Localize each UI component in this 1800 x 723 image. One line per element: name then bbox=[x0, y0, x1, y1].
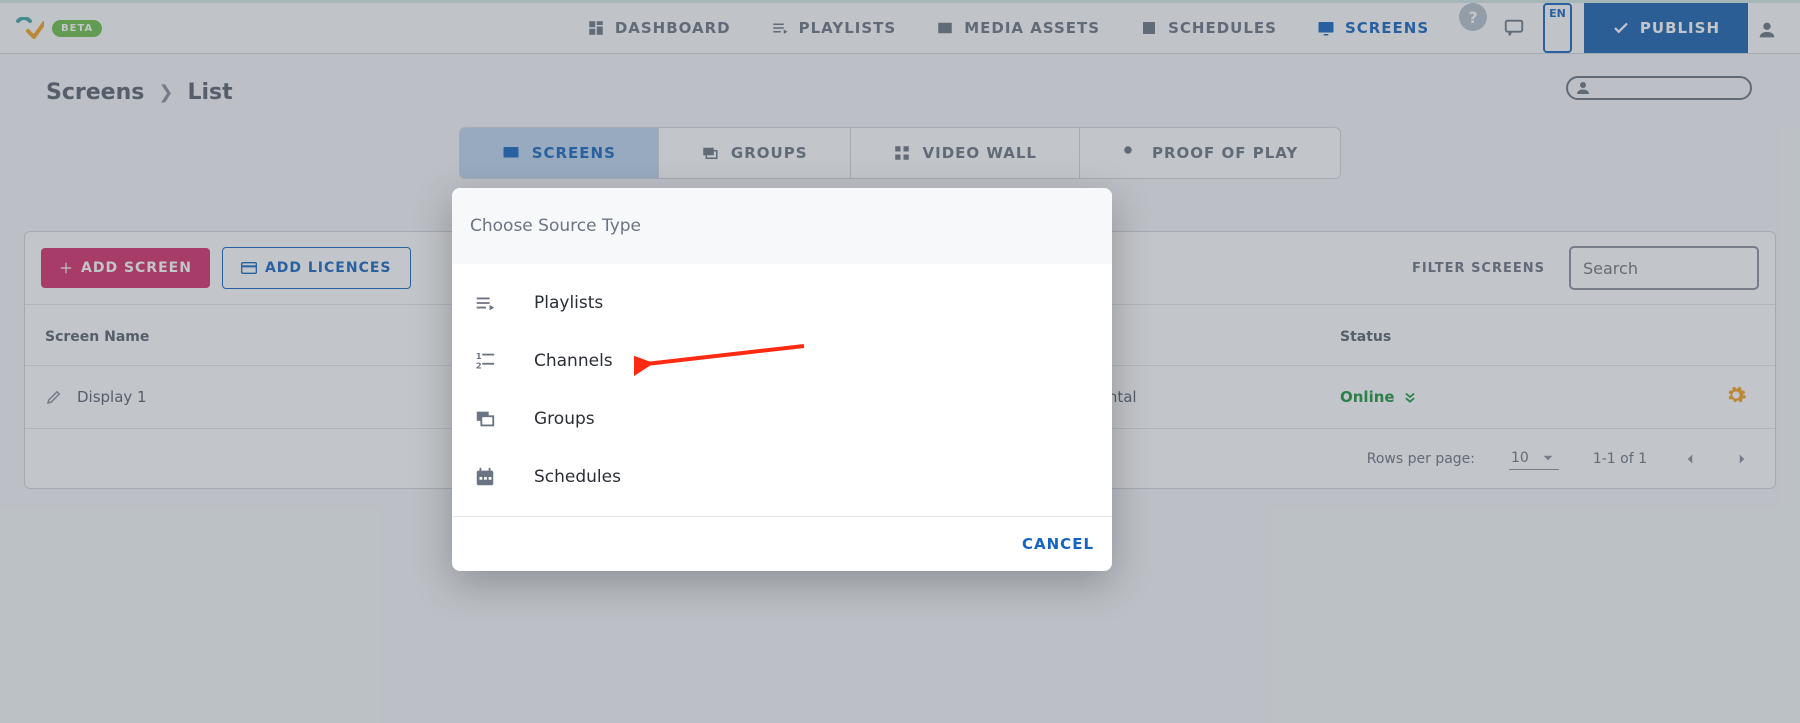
schedule-icon bbox=[470, 466, 500, 488]
modal-item-label: Channels bbox=[534, 351, 613, 371]
playlist-icon bbox=[470, 292, 500, 314]
groups-icon bbox=[470, 408, 500, 430]
modal-item-schedules[interactable]: Schedules bbox=[452, 448, 1112, 506]
modal-item-label: Groups bbox=[534, 409, 595, 429]
modal-item-label: Playlists bbox=[534, 293, 603, 313]
channels-icon: 12 bbox=[470, 350, 500, 372]
svg-text:2: 2 bbox=[476, 360, 482, 370]
choose-source-modal: Choose Source Type Playlists 12 Channels… bbox=[452, 188, 1112, 571]
modal-item-groups[interactable]: Groups bbox=[452, 390, 1112, 448]
modal-title: Choose Source Type bbox=[452, 188, 1112, 264]
modal-item-label: Schedules bbox=[534, 467, 621, 487]
cancel-button[interactable]: CANCEL bbox=[1022, 535, 1094, 553]
modal-item-playlists[interactable]: Playlists bbox=[452, 274, 1112, 332]
modal-item-channels[interactable]: 12 Channels bbox=[452, 332, 1112, 390]
